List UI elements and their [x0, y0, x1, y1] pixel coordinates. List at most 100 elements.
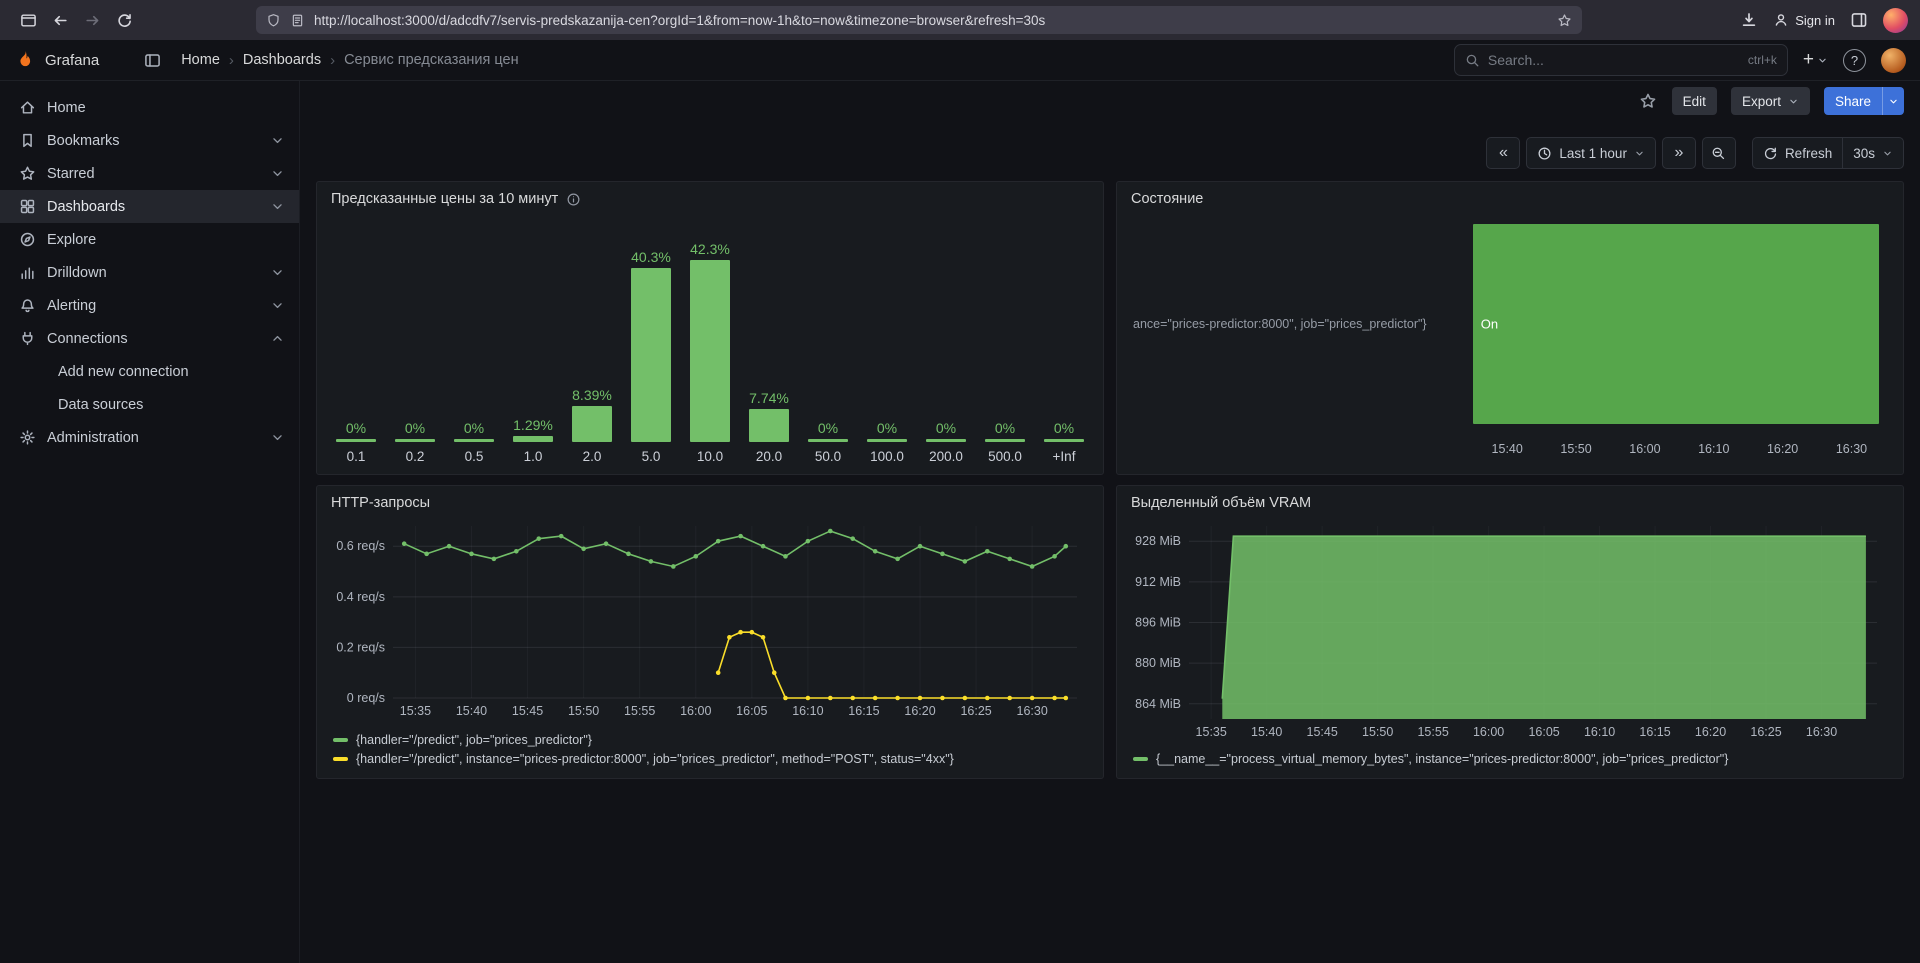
time-controls: « Last 1 hour » Refresh 30s [300, 121, 1920, 169]
sidebar-item-connections[interactable]: Connections [0, 322, 299, 355]
svg-text:0 req/s: 0 req/s [347, 691, 385, 705]
bar [926, 439, 966, 442]
bookmark-star-icon[interactable] [1557, 13, 1572, 28]
sidebar-item-label: Drilldown [47, 265, 259, 281]
user-avatar[interactable] [1881, 48, 1906, 73]
share-button[interactable]: Share [1824, 87, 1904, 115]
bar-category-label: 0.1 [347, 449, 366, 464]
bar-value-label: 7.74% [749, 390, 789, 406]
legend-item[interactable]: {__name__="process_virtual_memory_bytes"… [1133, 752, 1728, 766]
sign-in-button[interactable]: Sign in [1773, 12, 1835, 28]
sidebar-item-drilldown[interactable]: Drilldown [0, 256, 299, 289]
time-shift-forward-button[interactable]: » [1662, 137, 1696, 169]
bar [513, 436, 553, 442]
search-shortcut: ctrl+k [1748, 53, 1777, 67]
histogram-bar: 8.39%2.0 [567, 212, 617, 464]
panel-title[interactable]: Предсказанные цены за 10 минут [331, 191, 558, 207]
forward-icon[interactable] [76, 4, 108, 36]
bar-category-label: 20.0 [756, 449, 782, 464]
bar-chart: 0%0.10%0.20%0.51.29%1.08.39%2.040.3%5.04… [329, 212, 1091, 464]
svg-text:15:35: 15:35 [400, 704, 431, 718]
share-dropdown-caret[interactable] [1882, 87, 1904, 115]
x-axis-tick: 16:30 [1836, 442, 1867, 456]
sidebar-item-label: Connections [47, 331, 259, 347]
panel-predicted-prices: Предсказанные цены за 10 минут 0% 0.1 0%0.… [316, 181, 1104, 475]
reload-icon[interactable] [108, 4, 140, 36]
sidebar-item-data-sources[interactable]: Data sources [0, 388, 299, 421]
sidebar-item-label: Explore [47, 232, 285, 248]
svg-text:0.6 req/s: 0.6 req/s [336, 539, 385, 553]
sidebar-item-add-new-connection[interactable]: Add new connection [0, 355, 299, 388]
search-field[interactable] [1488, 52, 1740, 68]
sidebar-item-dashboards[interactable]: Dashboards [0, 190, 299, 223]
panel-header[interactable]: Предсказанные цены за 10 минут [317, 182, 1103, 210]
add-button[interactable]: + [1803, 49, 1828, 71]
star-icon [18, 165, 36, 183]
legend-item[interactable]: {handler="/predict", job="prices_predict… [333, 733, 954, 747]
person-icon [1773, 12, 1789, 28]
sidebar-item-bookmarks[interactable]: Bookmarks [0, 124, 299, 157]
svg-text:880 MiB: 880 MiB [1135, 656, 1181, 670]
panel-title[interactable]: HTTP-запросы [331, 495, 430, 511]
compass-icon [18, 231, 36, 249]
sidebar-item-administration[interactable]: Administration [0, 421, 299, 454]
sidebar-item-explore[interactable]: Explore [0, 223, 299, 256]
svg-text:16:25: 16:25 [1750, 725, 1781, 739]
browser-sidebar-icon[interactable] [1850, 11, 1868, 29]
export-button[interactable]: Export [1731, 87, 1810, 115]
url-text[interactable]: http://localhost:3000/d/adcdfv7/servis-p… [314, 13, 1548, 28]
refresh-interval-dropdown[interactable]: 30s [1842, 137, 1904, 169]
sidebar-item-starred[interactable]: Starred [0, 157, 299, 190]
sidebar-item-alerting[interactable]: Alerting [0, 289, 299, 322]
search-icon [1465, 53, 1480, 68]
time-range-picker[interactable]: Last 1 hour [1526, 137, 1656, 169]
help-icon[interactable]: ? [1843, 49, 1866, 72]
svg-text:15:45: 15:45 [1307, 725, 1338, 739]
bar-category-label: 1.0 [524, 449, 543, 464]
refresh-group: Refresh 30s [1752, 137, 1904, 169]
state-row-label: ance="prices-predictor:8000", job="price… [1133, 317, 1427, 331]
sidebar-item-home[interactable]: Home [0, 91, 299, 124]
url-bar[interactable]: http://localhost:3000/d/adcdfv7/servis-p… [256, 6, 1582, 34]
bar [985, 439, 1025, 442]
downloads-icon[interactable] [1740, 11, 1758, 29]
breadcrumb-dashboards[interactable]: Dashboards [243, 52, 321, 68]
svg-text:15:35: 15:35 [1196, 725, 1227, 739]
panel-http-requests: HTTP-запросы 0 req/s0.2 req/s0.4 req/s0.… [316, 485, 1104, 779]
time-shift-back-button[interactable]: « [1486, 137, 1520, 169]
svg-text:16:00: 16:00 [680, 704, 711, 718]
legend-item[interactable]: {handler="/predict", instance="prices-pr… [333, 752, 954, 766]
favorite-star-icon[interactable] [1638, 91, 1658, 111]
mega-menu-toggle-icon[interactable] [137, 45, 167, 75]
chevron-down-icon [270, 133, 285, 148]
panel-header[interactable]: Состояние [1117, 182, 1903, 210]
back-icon[interactable] [44, 4, 76, 36]
panel-title[interactable]: Выделенный объём VRAM [1131, 495, 1311, 511]
window-icon[interactable] [12, 4, 44, 36]
panel-header[interactable]: Выделенный объём VRAM [1117, 486, 1903, 514]
svg-text:864 MiB: 864 MiB [1135, 697, 1181, 711]
histogram-bar: 0%0.5 [449, 212, 499, 464]
svg-text:16:20: 16:20 [1695, 725, 1726, 739]
chevron-down-icon [1634, 148, 1645, 159]
edit-button[interactable]: Edit [1672, 87, 1717, 115]
bar [690, 260, 730, 442]
bar-value-label: 0% [464, 420, 484, 436]
grafana-logo[interactable] [14, 49, 36, 71]
sidebar-item-label: Bookmarks [47, 133, 259, 149]
sidebar-menu: Home Bookmarks Starred Dashboards Explore Dri… [0, 91, 299, 454]
breadcrumb-home[interactable]: Home [181, 52, 220, 68]
search-input[interactable]: ctrl+k [1454, 44, 1788, 76]
panel-title[interactable]: Состояние [1131, 191, 1203, 207]
sidebar-item-label: Dashboards [47, 199, 259, 215]
bar-category-label: 50.0 [815, 449, 841, 464]
browser-avatar[interactable] [1883, 8, 1908, 33]
panel-header[interactable]: HTTP-запросы [317, 486, 1103, 514]
bar-value-label: 0% [995, 420, 1015, 436]
bar-category-label: 500.0 [988, 449, 1022, 464]
refresh-button[interactable]: Refresh [1752, 137, 1842, 169]
browser-chrome: http://localhost:3000/d/adcdfv7/servis-p… [0, 0, 1920, 40]
panel-grid: Предсказанные цены за 10 минут 0%0.10%0.… [300, 169, 1920, 779]
info-icon[interactable] [566, 192, 581, 207]
zoom-out-button[interactable] [1702, 137, 1736, 169]
